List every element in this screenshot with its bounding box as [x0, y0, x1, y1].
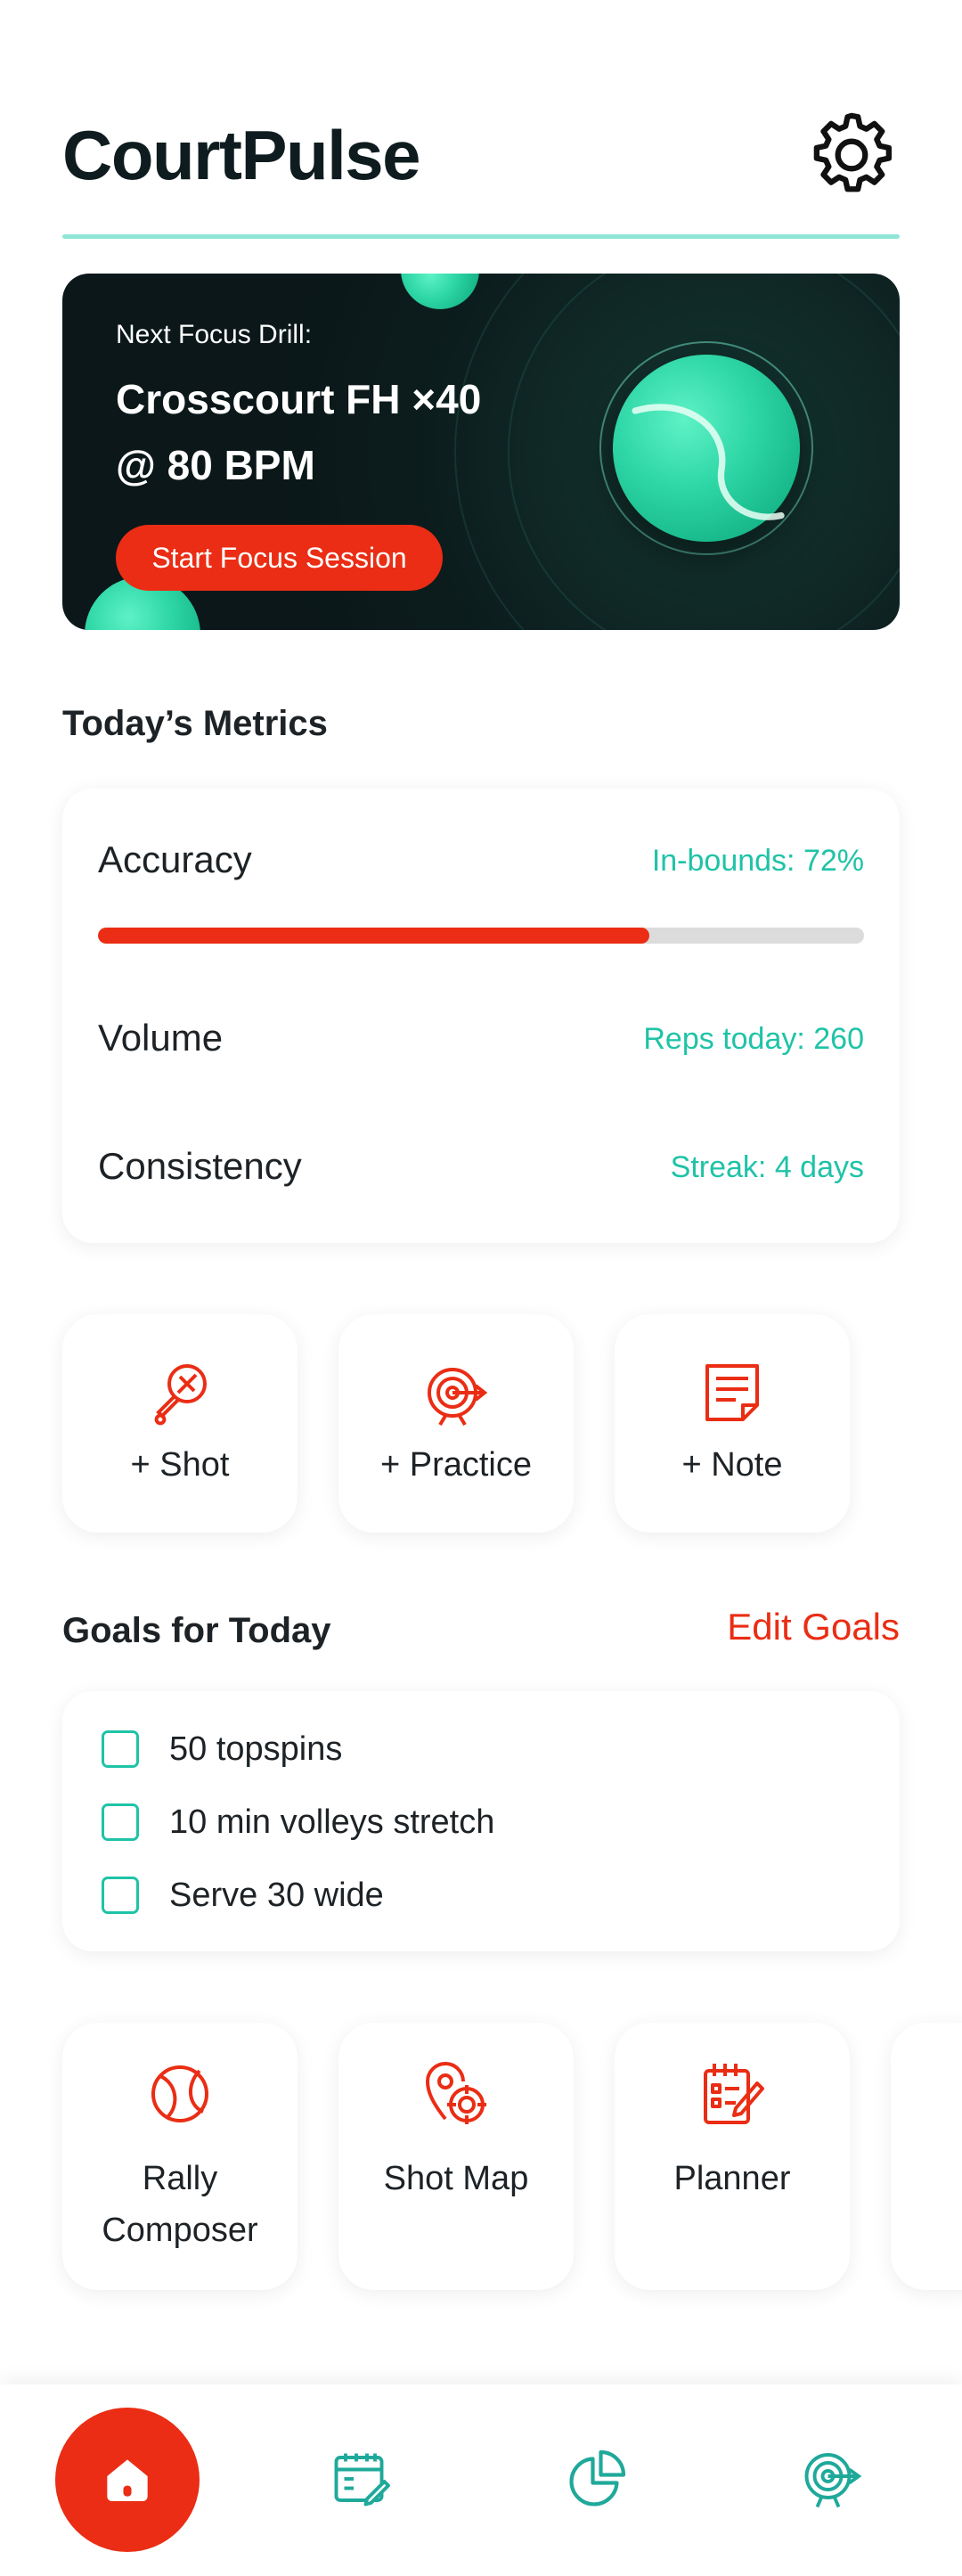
add-note-button[interactable]: + Note: [615, 1314, 850, 1533]
focus-drill-kicker: Next Focus Drill:: [116, 320, 313, 349]
accuracy-progress-fill: [98, 928, 650, 944]
nav-goals-button[interactable]: [795, 2441, 869, 2516]
metric-value-volume: Reps today: 260: [643, 1022, 864, 1056]
rally-composer-label: Rally Composer: [102, 2160, 258, 2249]
metric-label-consistency: Consistency: [98, 1145, 302, 1187]
goal-checkbox[interactable]: [102, 1730, 139, 1768]
goal-item[interactable]: 10 min volleys stretch: [102, 1800, 494, 1844]
ball-seam: [632, 404, 785, 520]
tennis-ball-icon: [151, 2065, 208, 2122]
nav-home-button[interactable]: [55, 2408, 200, 2552]
accuracy-progress-bar: [98, 928, 864, 944]
settings-button[interactable]: [803, 107, 900, 203]
metrics-card: Accuracy In-bounds: 72% Volume Reps toda…: [62, 789, 900, 1243]
decor-ball-top: [401, 274, 479, 309]
planner-button[interactable]: Planner: [615, 2023, 850, 2290]
gear-icon: [813, 112, 892, 192]
header-divider: [62, 234, 900, 239]
add-note-label: + Note: [681, 1446, 783, 1484]
goal-text: Serve 30 wide: [169, 1876, 384, 1914]
focus-drill-title: Crosscourt FH ×40 @ 80 BPM: [116, 376, 482, 488]
metric-label-volume: Volume: [98, 1017, 224, 1059]
goals-card: 50 topspins 10 min volleys stretch Serve…: [62, 1691, 900, 1951]
app-title: CourtPulse: [62, 116, 421, 194]
nav-stats-button[interactable]: [559, 2441, 634, 2516]
target-icon: [428, 1368, 488, 1427]
goal-checkbox[interactable]: [102, 1803, 139, 1841]
rally-composer-button[interactable]: Rally Composer: [62, 2023, 298, 2290]
metric-value-accuracy: In-bounds: 72%: [651, 844, 864, 878]
goal-text: 50 topspins: [169, 1730, 343, 1768]
goals-section-title: Goals for Today: [62, 1611, 331, 1650]
metrics-section-title: Today’s Metrics: [62, 704, 328, 743]
add-practice-button[interactable]: + Practice: [338, 1314, 574, 1533]
goal-item[interactable]: Serve 30 wide: [102, 1873, 384, 1918]
map-pin-target-icon: [425, 2062, 486, 2124]
tennis-ball-illustration: [613, 355, 800, 542]
nav-calendar-button[interactable]: [324, 2441, 399, 2516]
metric-label-accuracy: Accuracy: [98, 838, 252, 880]
more-tool-tile[interactable]: [891, 2023, 962, 2290]
calendar-edit-icon: [334, 2453, 390, 2506]
goal-text: 10 min volleys stretch: [169, 1803, 495, 1841]
home-icon: [107, 2459, 148, 2501]
pie-chart-icon: [569, 2449, 626, 2506]
app-header: CourtPulse: [62, 107, 900, 241]
start-focus-session-button[interactable]: Start Focus Session: [116, 525, 443, 591]
add-shot-label: + Shot: [130, 1446, 230, 1484]
planner-label: Planner: [673, 2160, 791, 2197]
target-icon: [804, 2453, 862, 2508]
racket-icon: [154, 1364, 207, 1426]
bottom-nav: [0, 2384, 962, 2576]
goal-item[interactable]: 50 topspins: [102, 1727, 342, 1771]
edit-goals-button[interactable]: Edit Goals: [727, 1606, 900, 1648]
add-shot-button[interactable]: + Shot: [62, 1314, 298, 1533]
shot-map-label: Shot Map: [383, 2160, 529, 2197]
shot-map-button[interactable]: Shot Map: [338, 2023, 574, 2290]
goal-checkbox[interactable]: [102, 1877, 139, 1914]
planner-icon: [704, 2064, 764, 2124]
add-practice-label: + Practice: [379, 1446, 533, 1484]
note-icon: [705, 1364, 759, 1421]
metric-value-consistency: Streak: 4 days: [670, 1150, 864, 1184]
focus-drill-banner[interactable]: Next Focus Drill: Crosscourt FH ×40 @ 80…: [62, 274, 900, 630]
